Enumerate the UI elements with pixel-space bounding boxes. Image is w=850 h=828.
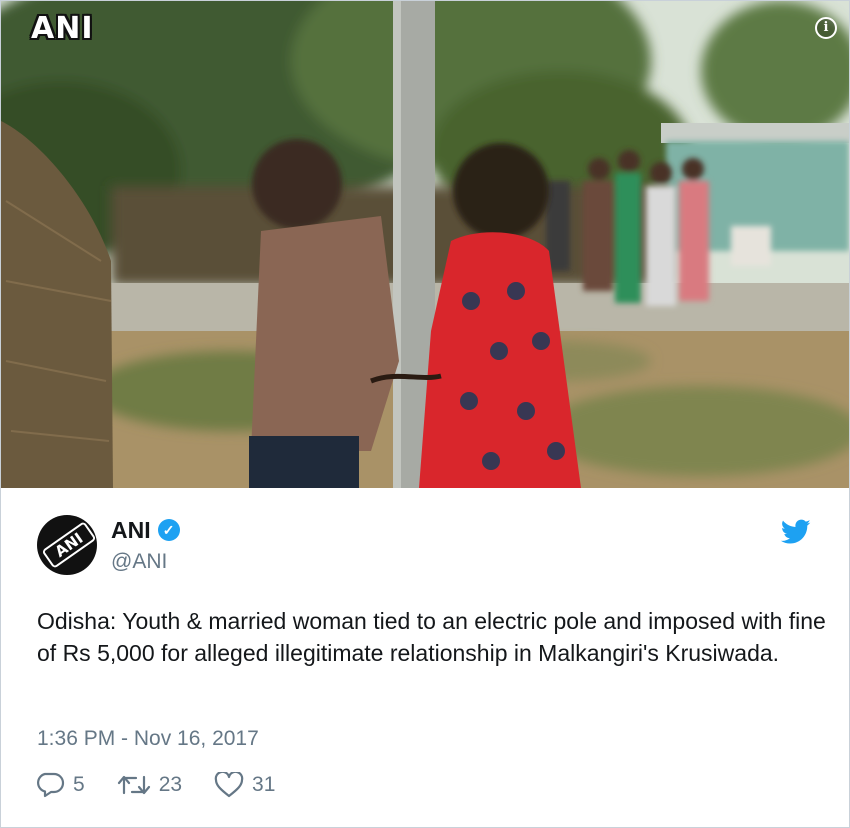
reply-icon bbox=[37, 772, 65, 798]
like-count: 31 bbox=[252, 773, 276, 796]
tweet-photo[interactable]: ANI i bbox=[1, 1, 849, 488]
reply-button[interactable]: 5 bbox=[37, 772, 85, 798]
tweet-card: ANI i ANI ANI ✓ @ANI Odisha: Youth & mar… bbox=[0, 0, 850, 828]
verified-badge-icon: ✓ bbox=[157, 519, 180, 541]
display-name[interactable]: ANI bbox=[111, 517, 151, 544]
twitter-bird-icon[interactable] bbox=[780, 519, 811, 550]
tweet-actions: 5 23 31 bbox=[37, 772, 307, 798]
retweet-icon bbox=[117, 775, 150, 795]
like-icon bbox=[214, 772, 244, 798]
tweet-text: Odisha: Youth & married woman tied to an… bbox=[37, 608, 826, 666]
retweet-count: 23 bbox=[158, 773, 183, 796]
user-handle[interactable]: @ANI bbox=[111, 550, 180, 574]
info-icon[interactable]: i bbox=[815, 17, 837, 39]
author-names: ANI ✓ @ANI bbox=[111, 517, 180, 574]
tweet-author[interactable]: ANI ANI ✓ @ANI bbox=[37, 515, 180, 575]
tweet-timestamp[interactable]: 1:36 PM - Nov 16, 2017 bbox=[37, 727, 259, 751]
reply-count: 5 bbox=[73, 773, 85, 796]
photo-scene bbox=[1, 1, 849, 488]
like-button[interactable]: 31 bbox=[214, 772, 275, 798]
retweet-button[interactable]: 23 bbox=[117, 773, 182, 797]
avatar[interactable]: ANI bbox=[37, 515, 97, 575]
display-name-row: ANI ✓ bbox=[111, 517, 180, 544]
video-watermark: ANI bbox=[31, 11, 94, 46]
avatar-logo-text: ANI bbox=[41, 521, 97, 569]
